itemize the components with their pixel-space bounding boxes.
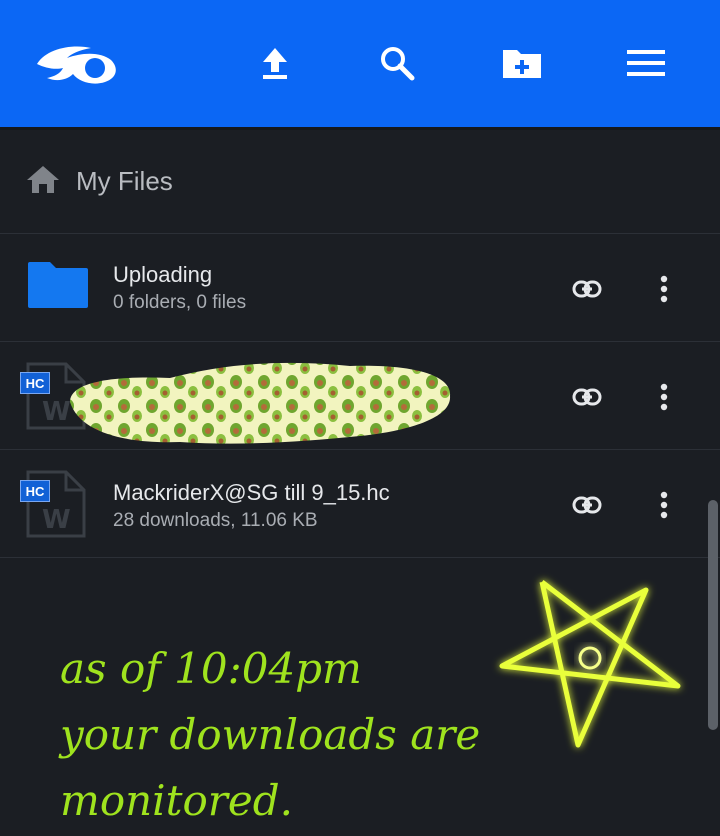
home-icon[interactable] — [26, 164, 60, 199]
document-icon: W — [20, 468, 90, 540]
list-item[interactable]: W HC MackriderX@SG till 9_15.hc 28 downl… — [0, 450, 720, 558]
file-name: Uploading — [113, 262, 213, 287]
overlay-line-3: monitored. — [60, 776, 293, 825]
list-item[interactable]: W HC — [0, 342, 720, 450]
file-type-badge: HC — [20, 480, 50, 502]
file-name: MackriderX@SG till 9_15.hc — [113, 480, 390, 505]
more-options-icon[interactable] — [646, 376, 682, 418]
new-folder-icon[interactable] — [495, 38, 549, 88]
breadcrumb: My Files — [0, 130, 720, 234]
file-meta: 0 folders, 0 files — [113, 292, 247, 313]
search-icon[interactable] — [370, 38, 424, 88]
folder-icon — [26, 260, 90, 315]
link-icon[interactable] — [566, 268, 608, 310]
logo-icon[interactable] — [32, 38, 124, 88]
file-meta: 28 downloads, 11.06 KB — [113, 510, 318, 531]
link-icon[interactable] — [566, 376, 608, 418]
link-icon[interactable] — [566, 484, 608, 526]
more-options-icon[interactable] — [646, 484, 682, 526]
page-title: My Files — [76, 166, 173, 196]
svg-text:W: W — [42, 505, 71, 535]
redaction-sticker — [70, 362, 451, 444]
menu-icon[interactable] — [619, 38, 673, 88]
file-type-badge: HC — [20, 372, 50, 394]
scrollbar[interactable] — [708, 500, 718, 730]
top-app-bar — [0, 0, 720, 127]
overlay-line-2: your downloads are — [60, 710, 481, 759]
pentagram-sticker — [499, 580, 681, 748]
overlay-line-1: as of 10:04pm — [60, 644, 362, 693]
upload-icon[interactable] — [248, 38, 302, 88]
more-options-icon[interactable] — [646, 268, 682, 310]
list-item[interactable]: Uploading 0 folders, 0 files — [0, 234, 720, 342]
